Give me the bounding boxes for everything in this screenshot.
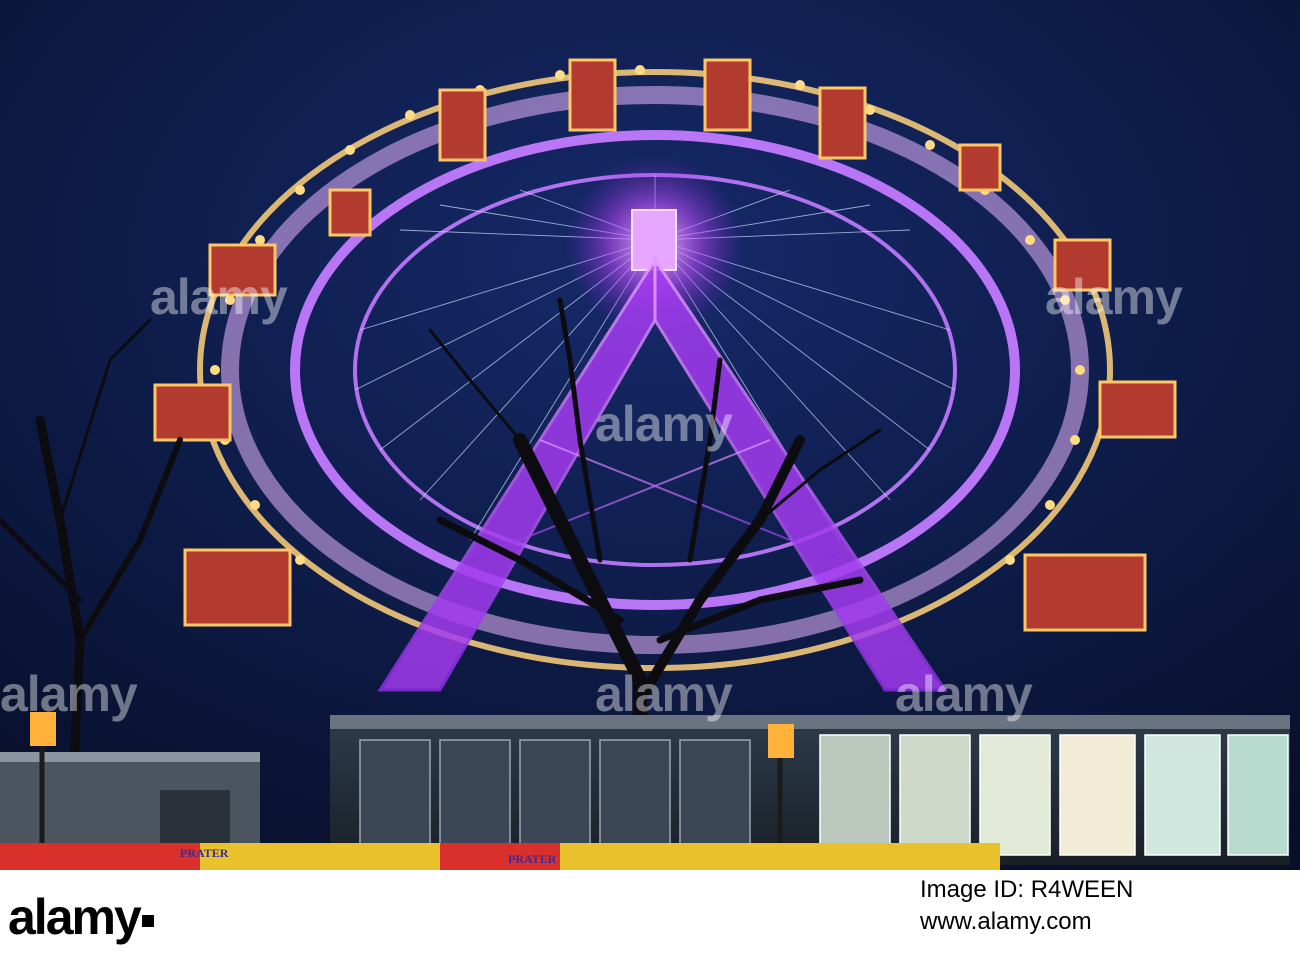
gondola (818, 86, 867, 160)
gondola (208, 243, 277, 297)
ferris-wheel-photo (0, 0, 1300, 870)
gondola (1053, 238, 1112, 292)
gondola (153, 383, 232, 442)
image-id: Image ID: R4WEEN (920, 876, 1134, 903)
gondola (1023, 553, 1147, 632)
alamy-logo: alamy (8, 888, 154, 946)
gondola (958, 143, 1002, 192)
glass-pavilion (330, 715, 1290, 865)
gondola (328, 188, 372, 237)
photo-stage: PRATER PRATER alamy alamy alamy alamy al… (0, 0, 1300, 957)
site-url[interactable]: www.alamy.com (920, 908, 1092, 936)
gondola (183, 548, 292, 627)
banner-left-text: PRATER (180, 846, 229, 860)
gondola (703, 58, 752, 132)
gondola (438, 88, 487, 162)
gondola (1098, 380, 1177, 439)
banner-right-text: PRATER (508, 852, 557, 866)
gondola (568, 58, 617, 132)
stock-footer: alamy Image ID: R4WEEN www.alamy.com (0, 870, 1300, 957)
